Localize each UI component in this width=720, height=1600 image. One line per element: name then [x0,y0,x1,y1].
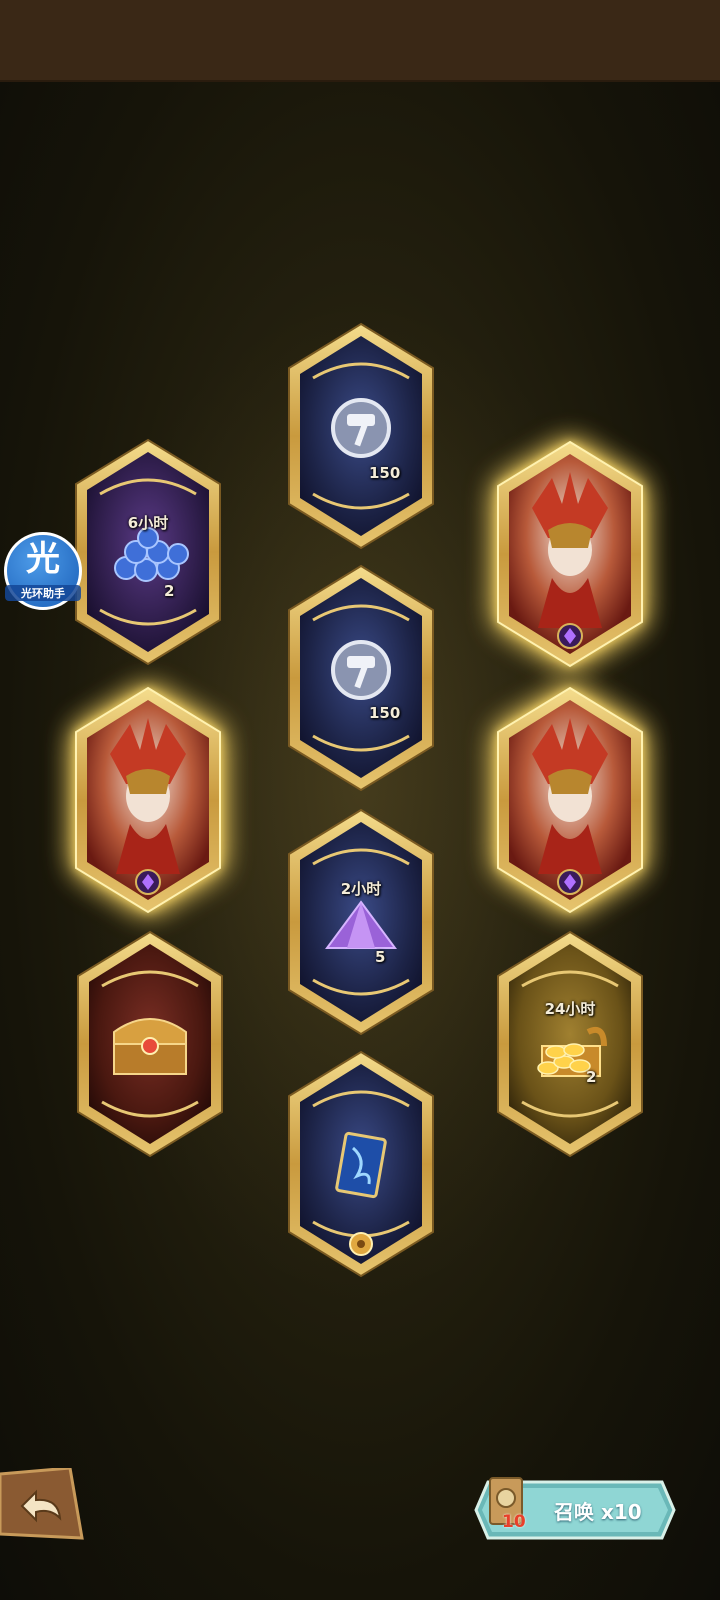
reward-card-hammer-top[interactable]: 150 [283,320,439,552]
reward-quantity: 2 [586,1068,597,1086]
top-bar [0,0,720,82]
reward-quantity: 5 [375,948,386,966]
gold-coins-icon [537,1026,607,1077]
reward-card-hammer-mid[interactable]: 150 [283,562,439,794]
scroll-card-icon [335,1131,387,1256]
reward-timer: 2小时 [340,880,382,898]
reward-quantity: 150 [369,704,401,722]
faction-gem-icon [135,869,161,895]
reward-quantity: 2 [164,582,175,600]
reward-card-crystal-beans[interactable]: 6小时 2 [70,436,226,668]
reward-card-hero-right-mid[interactable] [492,684,648,916]
summon-label: 召唤 x10 [554,1500,642,1524]
back-button[interactable] [0,1466,84,1540]
faction-gem-icon [557,623,583,649]
summon-x10-button[interactable]: 10 召唤 x10 [474,1477,676,1540]
reward-card-scroll[interactable] [283,1048,439,1280]
purple-dust-icon [325,900,397,949]
reward-timer: 24小时 [544,1000,596,1018]
summon-count-badge: 10 [502,1512,526,1532]
hammer-icon [331,640,391,700]
reward-quantity: 150 [369,464,401,482]
faction-gem-icon [557,869,583,895]
assistant-glyph: 光 [26,539,60,579]
blue-beans-icon [114,527,189,582]
reward-card-hero-left[interactable] [70,684,226,916]
assistant-label: 光环助手 [5,585,81,601]
reward-card-dust[interactable]: 2小时 5 [283,806,439,1038]
reward-card-gold[interactable]: 24小时 2 [492,928,648,1160]
hammer-icon [331,398,391,458]
back-arrow-icon [0,1466,84,1540]
assistant-float-button[interactable]: 光 光环助手 [4,532,82,610]
reward-card-chest[interactable] [72,928,228,1160]
treasure-chest-icon [113,1018,187,1075]
reward-timer: 6小时 [127,514,169,532]
reward-card-hero-right-top[interactable] [492,438,648,670]
